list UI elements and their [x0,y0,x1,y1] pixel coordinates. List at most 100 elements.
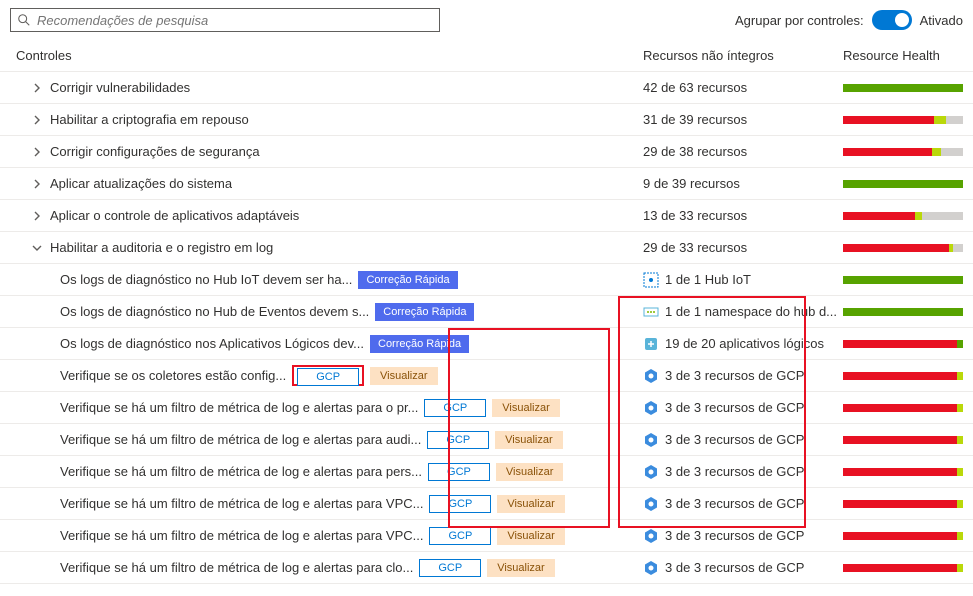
gcp-icon [643,496,659,512]
column-header-controls[interactable]: Controles [10,48,643,63]
recommendation-row[interactable]: Os logs de diagnóstico no Hub IoT devem … [0,264,973,296]
gcp-badge[interactable]: GCP [297,368,359,386]
resource-count: 9 de 39 recursos [643,176,740,191]
chevron-right-icon [30,113,44,127]
health-bar [843,436,963,444]
logic-app-icon [643,336,659,352]
resource-count: 1 de 1 Hub IoT [665,272,751,287]
recommendation-title: Verifique se há um filtro de métrica de … [60,528,423,543]
gcp-badge[interactable]: GCP [419,559,481,577]
control-title: Habilitar a criptografia em repouso [50,112,249,127]
health-bar [843,340,963,348]
search-icon [17,13,31,27]
preview-badge[interactable]: Visualizar [492,399,560,417]
gcp-badge[interactable]: GCP [429,495,491,513]
health-bar [843,308,963,316]
gcp-badge[interactable]: GCP [428,463,490,481]
control-title: Corrigir vulnerabilidades [50,80,190,95]
recommendation-row[interactable]: Os logs de diagnóstico no Hub de Eventos… [0,296,973,328]
health-bar [843,212,963,220]
quick-fix-badge[interactable]: Correção Rápida [358,271,457,289]
recommendation-row[interactable]: Verifique se há um filtro de métrica de … [0,456,973,488]
resource-count: 19 de 20 aplicativos lógicos [665,336,824,351]
control-row[interactable]: Habilitar a auditoria e o registro em lo… [0,232,973,264]
recommendation-title: Verifique se há um filtro de métrica de … [60,464,422,479]
health-bar [843,468,963,476]
resource-count: 13 de 33 recursos [643,208,747,223]
preview-badge[interactable]: Visualizar [496,463,564,481]
gcp-icon [643,528,659,544]
chevron-right-icon [30,209,44,223]
recommendation-title: Verifique se há um filtro de métrica de … [60,432,421,447]
control-row[interactable]: Aplicar atualizações do sistema 9 de 39 … [0,168,973,200]
recommendation-title: Verifique se há um filtro de métrica de … [60,400,418,415]
recommendation-row[interactable]: Verifique se os coletores estão config..… [0,360,973,392]
health-bar [843,148,963,156]
chevron-down-icon [30,241,44,255]
preview-badge[interactable]: Visualizar [370,367,438,385]
preview-badge[interactable]: Visualizar [497,495,565,513]
health-bar [843,276,963,284]
resource-count: 3 de 3 recursos de GCP [665,560,804,575]
resource-count: 29 de 38 recursos [643,144,747,159]
preview-badge[interactable]: Visualizar [497,527,565,545]
gcp-icon [643,464,659,480]
control-row[interactable]: Corrigir vulnerabilidades 42 de 63 recur… [0,72,973,104]
recommendation-title: Os logs de diagnóstico nos Aplicativos L… [60,336,364,351]
preview-badge[interactable]: Visualizar [487,559,555,577]
recommendation-title: Verifique se os coletores estão config..… [60,368,286,383]
control-row[interactable]: Corrigir configurações de segurança 29 d… [0,136,973,168]
health-bar [843,116,963,124]
gcp-badge[interactable]: GCP [424,399,486,417]
resource-count: 3 de 3 recursos de GCP [665,368,804,383]
health-bar [843,372,963,380]
resource-count: 3 de 3 recursos de GCP [665,464,804,479]
gcp-icon [643,400,659,416]
control-row[interactable]: Aplicar o controle de aplicativos adaptá… [0,200,973,232]
chevron-right-icon [30,81,44,95]
recommendation-row[interactable]: Verifique se há um filtro de métrica de … [0,424,973,456]
quick-fix-badge[interactable]: Correção Rápida [375,303,474,321]
resource-count: 3 de 3 recursos de GCP [665,400,804,415]
health-bar [843,500,963,508]
health-bar [843,404,963,412]
recommendation-title: Verifique se há um filtro de métrica de … [60,496,423,511]
group-by-label: Agrupar por controles: [735,13,864,28]
recommendation-row[interactable]: Os logs de diagnóstico nos Aplicativos L… [0,328,973,360]
iot-hub-icon [643,272,659,288]
gcp-icon [643,368,659,384]
resource-count: 1 de 1 namespace do hub d... [665,304,837,319]
resource-count: 29 de 33 recursos [643,240,747,255]
chevron-right-icon [30,177,44,191]
gcp-icon [643,560,659,576]
preview-badge[interactable]: Visualizar [495,431,563,449]
chevron-right-icon [30,145,44,159]
health-bar [843,180,963,188]
control-title: Aplicar atualizações do sistema [50,176,232,191]
search-box[interactable] [10,8,440,32]
resource-count: 31 de 39 recursos [643,112,747,127]
column-header-health[interactable]: Resource Health [843,48,963,63]
resource-count: 42 de 63 recursos [643,80,747,95]
group-by-state: Ativado [920,13,963,28]
recommendation-row[interactable]: Verifique se há um filtro de métrica de … [0,552,973,584]
event-hub-icon [643,304,659,320]
control-row[interactable]: Habilitar a criptografia em repouso 31 d… [0,104,973,136]
column-header-unhealthy[interactable]: Recursos não íntegros [643,48,843,63]
group-by-toggle[interactable] [872,10,912,30]
health-bar [843,84,963,92]
resource-count: 3 de 3 recursos de GCP [665,496,804,511]
health-bar [843,564,963,572]
control-title: Aplicar o controle de aplicativos adaptá… [50,208,299,223]
gcp-badge[interactable]: GCP [427,431,489,449]
quick-fix-badge[interactable]: Correção Rápida [370,335,469,353]
gcp-badge[interactable]: GCP [429,527,491,545]
recommendation-row[interactable]: Verifique se há um filtro de métrica de … [0,520,973,552]
resource-count: 3 de 3 recursos de GCP [665,432,804,447]
recommendation-row[interactable]: Verifique se há um filtro de métrica de … [0,488,973,520]
recommendation-row[interactable]: Verifique se há um filtro de métrica de … [0,392,973,424]
resource-count: 3 de 3 recursos de GCP [665,528,804,543]
recommendation-title: Os logs de diagnóstico no Hub de Eventos… [60,304,369,319]
search-input[interactable] [37,13,433,28]
health-bar [843,532,963,540]
